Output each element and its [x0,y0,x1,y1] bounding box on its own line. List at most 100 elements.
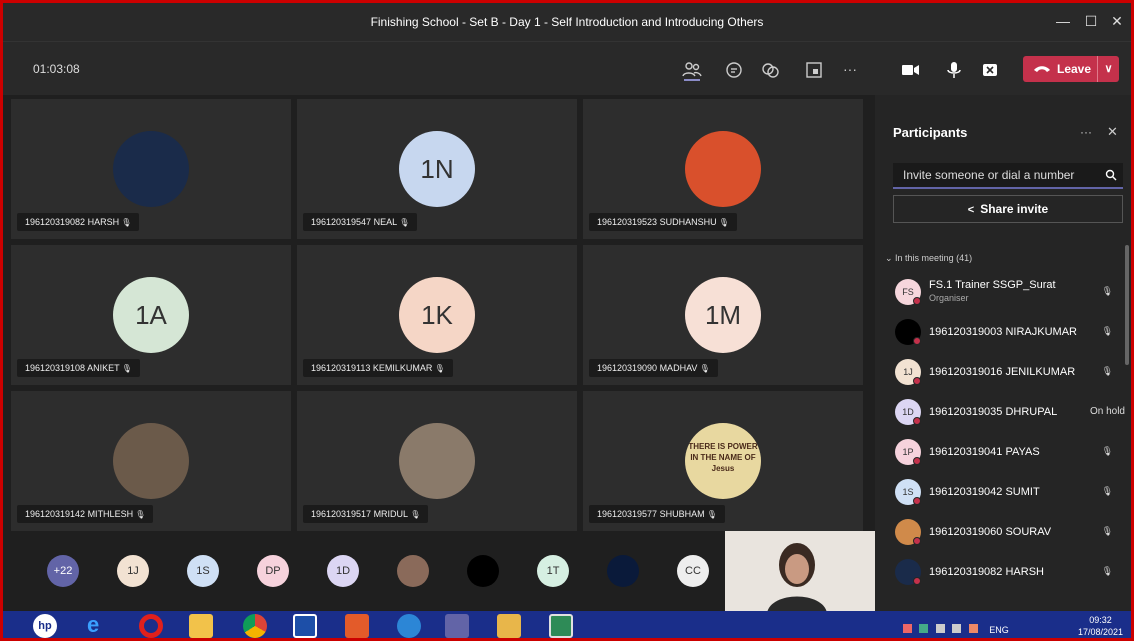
powerpoint-icon[interactable] [345,614,369,638]
video-tile[interactable]: 1A 196120319108 ANIKET 🎙 [11,245,291,385]
teams-window: Finishing School - Set B - Day 1 - Self … [3,3,1131,638]
video-tile[interactable]: 1K 196120319113 KEMILKUMAR 🎙 [297,245,577,385]
minimize-button[interactable]: — [1053,11,1073,31]
panel-title: Participants [893,125,968,140]
participant-name-badge: 196120319523 SUDHANSHU 🎙 [589,213,737,231]
search-icon [1105,169,1117,181]
system-clock[interactable]: 09:32 17/08/2021 [1078,614,1123,638]
participant-role: Organiser [929,293,969,303]
tray-icon[interactable] [919,624,929,633]
close-button[interactable]: ✕ [1107,11,1127,31]
system-tray[interactable]: ENG [903,620,1033,635]
video-tile[interactable]: 1M 196120319090 MADHAV 🎙 [583,245,863,385]
video-tile[interactable]: 196120319523 SUDHANSHU 🎙 [583,99,863,239]
in-meeting-header[interactable]: ⌄ In this meeting (41) [885,253,972,264]
strip-avatar[interactable]: CC [677,555,709,587]
participant-name-badge: 196120319113 KEMILKUMAR 🎙 [303,359,453,377]
mic-muted-icon[interactable]: 🎙 [1102,366,1113,377]
more-actions-icon[interactable]: ··· [839,59,861,81]
internet-explorer-icon[interactable]: e [87,614,111,638]
participant-row[interactable]: 196120319082 HARSH 🎙 [895,553,1125,591]
mic-muted-icon[interactable]: 🎙 [1102,486,1113,497]
maximize-button[interactable]: ☐ [1081,11,1101,31]
teams-icon[interactable] [445,614,469,638]
participant-row[interactable]: 1D 196120319035 DHRUPAL On hold [895,393,1125,431]
participant-avatar: THERE IS POWER IN THE NAME OF Jesus [685,423,761,499]
volume-icon[interactable] [952,624,962,633]
mic-muted-icon: 🎙 [119,218,132,227]
microphone-icon[interactable]: 🎙 [1102,286,1113,297]
participant-row[interactable]: 1P 196120319041 PAYAS 🎙 [895,433,1125,471]
participant-name: 196120319142 MITHLESH [25,509,134,519]
share-invite-label: Share invite [980,202,1049,216]
invite-input[interactable]: Invite someone or dial a number [893,163,1123,189]
participant-name: 196120319547 NEAL [311,217,398,227]
mic-muted-icon[interactable]: 🎙 [1102,326,1113,337]
mic-muted-icon[interactable]: 🎙 [1102,446,1113,457]
reactions-icon[interactable] [759,59,781,81]
participant-row[interactable]: FS FS.1 Trainer SSGP_Surat Organiser 🎙 [895,273,1125,311]
participant-row[interactable]: 196120319060 SOURAV 🎙 [895,513,1125,551]
edge-icon[interactable] [397,614,421,638]
excel-icon[interactable] [549,614,573,638]
mic-muted-icon: 🎙 [119,364,132,373]
video-tile[interactable]: THERE IS POWER IN THE NAME OF Jesus 19612… [583,391,863,531]
participant-row[interactable]: 196120319003 NIRAJKUMAR 🎙 [895,313,1125,351]
notepad-icon[interactable] [293,614,317,638]
video-tile[interactable]: 196120319142 MITHLESH 🎙 [11,391,291,531]
strip-avatar[interactable]: 1T [537,555,569,587]
panel-close-icon[interactable]: ✕ [1107,124,1118,140]
language-indicator[interactable]: ENG [989,625,1009,635]
mic-muted-icon[interactable]: 🎙 [1102,566,1113,577]
window-title: Finishing School - Set B - Day 1 - Self … [370,15,764,29]
participant-avatar [113,131,189,207]
meeting-timer: 01:03:08 [33,62,80,76]
chat-icon[interactable] [723,59,745,81]
sticky-notes-icon[interactable] [497,614,521,638]
participant-row[interactable]: 1J 196120319016 JENILKUMAR 🎙 [895,353,1125,391]
network-icon[interactable] [935,624,945,633]
presence-badge [913,297,921,305]
video-tile[interactable]: 196120319082 HARSH 🎙 [11,99,291,239]
participant-avatar: 1A [113,277,189,353]
strip-avatar[interactable]: +22 [47,555,79,587]
hp-logo-icon[interactable]: hp [33,614,57,638]
strip-avatar[interactable]: 1J [117,555,149,587]
mic-muted-icon: 🎙 [432,364,445,373]
share-content-icon[interactable] [979,59,1001,81]
participant-row[interactable]: 1S 196120319042 SUMIT 🎙 [895,473,1125,511]
share-invite-button[interactable]: < Share invite [893,195,1123,223]
strip-avatar[interactable]: DP [257,555,289,587]
chrome-icon[interactable] [243,614,267,638]
participant-name: FS.1 Trainer SSGP_Surat [929,279,1056,291]
panel-scrollbar[interactable] [1125,245,1129,365]
strip-avatar[interactable] [467,555,499,587]
leave-button[interactable]: Leave ∨ [1023,56,1119,82]
file-explorer-icon[interactable] [189,614,213,638]
panel-more-icon[interactable]: ··· [1080,125,1092,139]
participants-icon[interactable] [681,59,703,81]
tray-icon[interactable] [968,624,978,633]
opera-icon[interactable] [139,614,163,638]
mic-muted-icon[interactable]: 🎙 [1102,526,1113,537]
participant-avatar [113,423,189,499]
video-tile[interactable]: 1N 196120319547 NEAL 🎙 [297,99,577,239]
strip-avatar[interactable] [607,555,639,587]
strip-avatar[interactable] [397,555,429,587]
presence-badge [913,457,921,465]
participant-name-badge: 196120319082 HARSH 🎙 [17,213,140,231]
chevron-down-icon: ⌄ [885,253,896,263]
breakout-rooms-icon[interactable] [803,59,825,81]
video-tile[interactable]: 196120319517 MRIDUL 🎙 [297,391,577,531]
chevron-down-icon[interactable]: ∨ [1097,56,1119,82]
participant-name: 196120319082 HARSH [929,566,1044,578]
camera-icon[interactable] [899,59,921,81]
participant-name: 196120319517 MRIDUL [311,509,409,519]
tray-icon[interactable] [903,624,912,633]
strip-avatar[interactable]: 1S [187,555,219,587]
participant-name-badge: 196120319547 NEAL 🎙 [303,213,418,231]
participant-status[interactable]: On hold [1090,406,1125,417]
participant-name: 196120319577 SHUBHAM [597,509,705,519]
strip-avatar[interactable]: 1D [327,555,359,587]
microphone-icon[interactable] [943,59,965,81]
